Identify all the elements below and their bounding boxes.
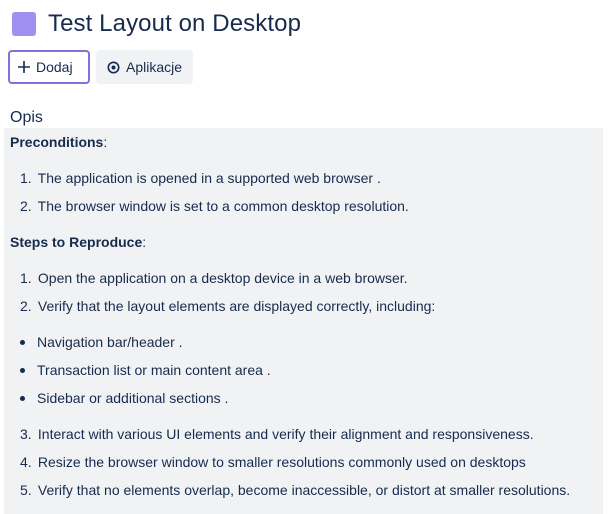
steps-heading: Steps to Reproduce: <box>10 234 147 250</box>
description-body[interactable]: Preconditions: 1. The application is ope… <box>4 128 603 514</box>
issue-title[interactable]: Test Layout on Desktop <box>48 10 301 38</box>
issue-type-icon[interactable] <box>12 12 36 36</box>
apps-icon <box>107 61 120 74</box>
bullet-item: Navigation bar/header . <box>20 334 183 350</box>
list-item: 1. The application is opened in a suppor… <box>20 170 381 186</box>
list-item: 2. The browser window is set to a common… <box>20 198 409 214</box>
add-button[interactable]: Dodaj <box>8 50 90 84</box>
add-button-label: Dodaj <box>36 59 73 75</box>
description-label: Opis <box>10 109 43 126</box>
preconditions-heading: Preconditions: <box>10 134 108 150</box>
issue-header: Test Layout on Desktop <box>12 8 301 40</box>
list-item: 3. Interact with various UI elements and… <box>20 426 534 442</box>
issue-view: Test Layout on Desktop Dodaj Aplikacje O… <box>0 0 608 514</box>
apps-button-label: Aplikacje <box>126 59 183 75</box>
list-item: 2. Verify that the layout elements are d… <box>20 298 436 314</box>
bullet-item: Transaction list or main content area . <box>20 362 271 378</box>
list-item: 4. Resize the browser window to smaller … <box>20 454 526 470</box>
list-item: 1. Open the application on a desktop dev… <box>20 270 408 286</box>
list-item: 5. Verify that no elements overlap, beco… <box>20 482 571 498</box>
apps-button[interactable]: Aplikacje <box>96 50 194 84</box>
issue-toolbar: Dodaj Aplikacje <box>8 50 194 84</box>
bullet-item: Sidebar or additional sections . <box>20 390 228 406</box>
plus-icon <box>18 61 30 73</box>
